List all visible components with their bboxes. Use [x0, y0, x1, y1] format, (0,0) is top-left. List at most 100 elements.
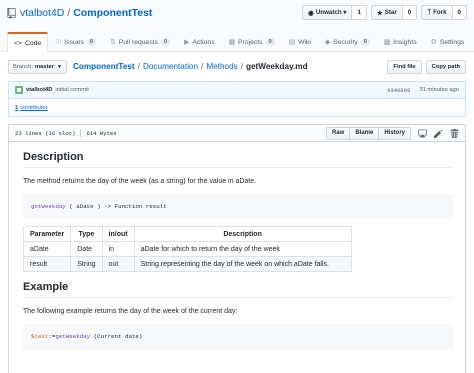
contributors-row: 1 contributor [9, 99, 465, 117]
breadcrumb-documentation-link[interactable]: Documentation [143, 62, 198, 71]
issue-icon: ☉ [55, 39, 62, 46]
example-code-block: $text:= getWeekday (Current date) [23, 324, 453, 349]
tab-actions[interactable]: ▶ Actions [177, 32, 222, 52]
signature-code-block: getWeekday ( aDate ) -> Function result [23, 194, 453, 219]
breadcrumb-separator: / [137, 62, 140, 71]
table-row: aDate Date in aDate for which to return … [22, 241, 352, 257]
commit-message[interactable]: initial commit [55, 87, 89, 93]
tab-counter: 0 [265, 38, 275, 46]
breadcrumb-methods-link[interactable]: Methods [206, 62, 237, 71]
example-paragraph: The following example returns the day of… [23, 308, 238, 315]
chevron-down-icon: ▼ [57, 63, 62, 70]
copy-path-button[interactable]: Copy path [425, 59, 466, 74]
watchers-count[interactable]: 1 [352, 5, 367, 20]
file-navigation: Branch: master ▼ ComponentTest / Documen… [8, 59, 466, 74]
example-function-name: getWeekday [55, 333, 91, 340]
tab-insights[interactable]: ▩ Insights [377, 32, 424, 52]
contributors-count: 1 [15, 105, 19, 111]
tab-counter: 0 [161, 38, 171, 46]
table-cell: aDate for which to return the day of the… [133, 241, 352, 257]
code-icon: <> [14, 39, 22, 47]
stars-count[interactable]: 0 [402, 5, 418, 20]
tab-counter: 0 [360, 38, 370, 46]
project-icon: ▦ [228, 39, 236, 46]
markdown-body: Description The method returns the day o… [22, 147, 453, 356]
tab-label: Code [24, 39, 42, 47]
example-operator: := [48, 333, 56, 340]
branch-prefix: Branch: [13, 63, 33, 70]
commit-time: 31 minutes ago [419, 87, 459, 93]
file-actions: Raw Blame History [325, 126, 459, 140]
blame-button[interactable]: Blame [349, 126, 380, 140]
tab-projects[interactable]: ▦ Projects 0 [222, 32, 282, 52]
watch-group: ◉ Unwatch ▾ 1 [302, 5, 367, 20]
table-header-cell: Description [133, 226, 352, 242]
fork-group: ᛉ Fork 0 [421, 5, 467, 20]
file-nav-buttons: Find file Copy path [387, 59, 466, 74]
tab-security[interactable]: ◆ Security 0 [318, 32, 377, 52]
breadcrumb-file-name: getWeekday.md [246, 62, 308, 71]
example-heading: Example [23, 280, 453, 298]
tab-issues[interactable]: ☉ Issues 0 [48, 32, 103, 52]
tab-pull-requests[interactable]: ⇅ Pull requests 0 [103, 32, 177, 52]
find-file-button[interactable]: Find file [387, 59, 422, 74]
file-button-group: Raw Blame History [325, 126, 411, 140]
parameters-table: Parameter Type in/out Description aDate … [22, 226, 352, 272]
fork-icon: ᛉ [427, 9, 432, 16]
tab-wiki[interactable]: ▤ Wiki [282, 32, 318, 52]
tab-code[interactable]: <> Code [7, 32, 49, 53]
table-cell: String [70, 256, 103, 272]
breadcrumb: ComponentTest / Documentation / Methods … [73, 62, 308, 71]
repo-name-link[interactable]: ComponentTest [73, 7, 152, 19]
table-cell: Date [70, 241, 103, 257]
contributors-link[interactable]: 1 contributor [15, 105, 48, 111]
example-rest: (Current date) [90, 333, 143, 340]
breadcrumb-separator: / [240, 62, 243, 71]
table-cell: in [101, 241, 135, 257]
desktop-icon[interactable] [418, 129, 427, 138]
description-heading: Description [23, 150, 453, 168]
star-icon: ★ [376, 9, 383, 17]
repo-tabs: <> Code ☉ Issues 0 ⇅ Pull requests 0 ▶ Actions… [7, 32, 472, 53]
table-header-cell: Type [70, 226, 103, 242]
file-header: 23 lines (16 sloc) 614 Bytes Raw Blame H… [9, 125, 465, 142]
repo-owner-link[interactable]: vtalbot4D [20, 7, 64, 19]
star-button[interactable]: ★ Star [370, 5, 403, 20]
forks-count[interactable]: 0 [452, 5, 467, 20]
raw-button[interactable]: Raw [325, 126, 351, 140]
branch-select-button[interactable]: Branch: master ▼ [8, 59, 67, 74]
table-cell: out [101, 256, 135, 272]
avatar[interactable] [15, 86, 23, 94]
unwatch-button[interactable]: ◉ Unwatch ▾ [302, 5, 353, 20]
file-line-count: 23 lines (16 sloc) [15, 129, 76, 137]
example-variable: $text [31, 333, 49, 340]
pencil-icon[interactable] [434, 129, 443, 138]
breadcrumb-separator: / [201, 62, 204, 71]
signature-rest: ( aDate ) -> Function result [65, 203, 167, 210]
table-header-cell: in/out [101, 226, 135, 242]
contributors-label: contributor [20, 105, 48, 111]
star-label: Star [384, 9, 397, 16]
commit-sha[interactable]: 4348899 [387, 87, 411, 94]
fork-button[interactable]: ᛉ Fork [421, 5, 453, 20]
file-info-divider [80, 129, 82, 137]
commit-author[interactable]: vtalbot4D [26, 87, 52, 93]
table-header-cell: Parameter [22, 226, 72, 242]
signature-function-name: getWeekday [31, 203, 66, 210]
tab-label: Settings [439, 38, 465, 46]
table-cell: result [22, 256, 72, 272]
repo-icon [7, 7, 16, 19]
table-row: result String out String representing th… [22, 256, 352, 272]
fork-label: Fork [433, 9, 447, 16]
repo-separator: / [67, 7, 71, 19]
book-icon: ▤ [288, 39, 296, 46]
trash-icon[interactable] [450, 128, 459, 138]
table-header-row: Parameter Type in/out Description [22, 226, 352, 242]
repo-header: vtalbot4D / ComponentTest ◉ Unwatch ▾ 1 ★… [0, 0, 474, 53]
star-group: ★ Star 0 [370, 5, 418, 20]
breadcrumb-root-link[interactable]: ComponentTest [73, 62, 135, 71]
repo-actions: ◉ Unwatch ▾ 1 ★ Star 0 ᛉ Fork 0 [302, 5, 467, 20]
repo-title: vtalbot4D / ComponentTest [7, 6, 152, 20]
history-button[interactable]: History [378, 126, 411, 140]
tab-settings[interactable]: ⚙ Settings [424, 32, 472, 52]
